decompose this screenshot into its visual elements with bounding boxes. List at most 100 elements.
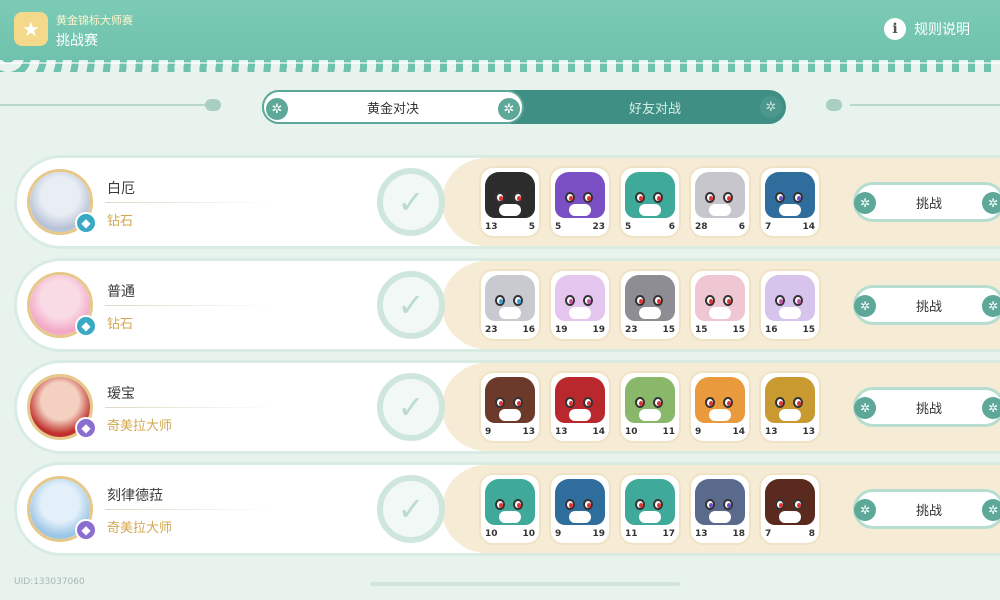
pet-stat-left: 28: [695, 222, 708, 232]
pet-eye: [583, 192, 593, 203]
pet-stat-right: 14: [732, 427, 745, 437]
player-rank: 钻石: [107, 317, 134, 332]
pet-portrait: [765, 275, 815, 321]
rules-button[interactable]: i 规则说明: [884, 18, 970, 40]
scroll-indicator[interactable]: [370, 582, 680, 586]
pet-eye: [793, 499, 803, 510]
check-icon: ✓: [377, 168, 445, 236]
pet-stat-left: 7: [765, 529, 772, 539]
user-uid: UID:133037060: [14, 577, 85, 587]
pet-eye: [723, 295, 733, 306]
pet-snout: [779, 511, 801, 523]
pet-stat-right: 15: [662, 325, 675, 335]
challenge-button[interactable]: ✲ 挑战 ✲: [853, 489, 1000, 529]
pet-eye: [565, 192, 575, 203]
pet-eye: [705, 397, 715, 408]
pet-stat-left: 5: [625, 222, 632, 232]
pet-card: 9 13: [479, 371, 541, 443]
pet-eye: [565, 397, 575, 408]
pet-eye: [635, 397, 645, 408]
pet-stat-right: 6: [738, 222, 745, 232]
tab-friend-battle[interactable]: 好友对战 ✲: [524, 90, 786, 124]
pet-portrait: [555, 172, 605, 218]
pet-snout: [709, 511, 731, 523]
pet-stat-left: 11: [625, 529, 638, 539]
pet-portrait: [555, 275, 605, 321]
player-rank: 奇美拉大师: [107, 521, 173, 536]
decor-line-left: [0, 104, 205, 106]
challenge-button[interactable]: ✲ 挑战 ✲: [853, 182, 1000, 222]
pet-eye: [723, 192, 733, 203]
pet-stat-left: 5: [555, 222, 562, 232]
pet-card: 13 14: [549, 371, 611, 443]
pet-stat-left: 19: [555, 325, 568, 335]
pet-snout: [709, 204, 731, 216]
pet-portrait: [625, 172, 675, 218]
top-bar: ★ 黄金锦标大师赛 挑战赛 i 规则说明: [0, 0, 1000, 60]
pet-eye: [705, 499, 715, 510]
pet-stat-right: 19: [592, 325, 605, 335]
pet-snout: [499, 511, 521, 523]
pet-eye: [635, 295, 645, 306]
pet-stat-right: 10: [522, 529, 535, 539]
pet-stat-right: 13: [802, 427, 815, 437]
pet-stat-left: 13: [765, 427, 778, 437]
pet-card: 16 15: [759, 269, 821, 341]
pet-card: 10 10: [479, 473, 541, 545]
gear-icon: ✲: [854, 192, 876, 214]
tab-label: 好友对战: [628, 101, 681, 117]
player-row: ◆ 刻律德菈 奇美拉大师 ✓ 10 10 9 19 11 17 13 18 7 …: [14, 462, 1000, 556]
page-title: 挑战赛: [56, 33, 98, 49]
pet-stat-left: 16: [765, 325, 778, 335]
challenge-button[interactable]: ✲ 挑战 ✲: [853, 285, 1000, 325]
pet-stat-left: 23: [625, 325, 638, 335]
pet-card: 23 15: [619, 269, 681, 341]
decor-dot-left: [205, 99, 221, 111]
pet-snout: [569, 409, 591, 421]
rank-badge-icon: ◆: [75, 212, 97, 234]
pet-stat-left: 13: [485, 222, 498, 232]
pet-card: 9 14: [689, 371, 751, 443]
divider: [105, 305, 275, 306]
pet-stat-right: 5: [528, 222, 535, 232]
pet-stat-right: 23: [592, 222, 605, 232]
player-name: 白厄: [107, 181, 135, 197]
rank-badge-icon: ◆: [75, 417, 97, 439]
challenge-label: 挑战: [915, 196, 942, 212]
tab-gold-duel[interactable]: ✲ 黄金对决 ✲: [262, 90, 524, 124]
pet-stat-right: 11: [662, 427, 675, 437]
header-wave-divider: [0, 58, 1000, 72]
pet-snout: [569, 204, 591, 216]
pet-stat-left: 7: [765, 222, 772, 232]
pet-card: 9 19: [549, 473, 611, 545]
pet-eye: [513, 192, 523, 203]
challenge-label: 挑战: [915, 503, 942, 519]
pet-eye: [775, 295, 785, 306]
challenge-button[interactable]: ✲ 挑战 ✲: [853, 387, 1000, 427]
pet-stat-left: 9: [485, 427, 492, 437]
pet-snout: [779, 204, 801, 216]
pet-eye: [583, 295, 593, 306]
divider: [105, 407, 275, 408]
pet-eye: [793, 192, 803, 203]
player-name: 普通: [107, 284, 135, 300]
pet-stat-left: 23: [485, 325, 498, 335]
pet-snout: [569, 511, 591, 523]
pet-snout: [639, 204, 661, 216]
pet-eye: [653, 397, 663, 408]
pet-portrait: [555, 377, 605, 423]
pet-eye: [513, 295, 523, 306]
rank-badge-icon: ◆: [75, 315, 97, 337]
player-rank: 钻石: [107, 214, 134, 229]
pet-stat-right: 13: [522, 427, 535, 437]
pet-card: 5 6: [619, 166, 681, 238]
pet-eye: [495, 192, 505, 203]
pet-stat-right: 6: [668, 222, 675, 232]
pet-stat-right: 16: [522, 325, 535, 335]
challenge-label: 挑战: [915, 299, 942, 315]
pet-card: 5 23: [549, 166, 611, 238]
pet-card: 10 11: [619, 371, 681, 443]
challenge-label: 挑战: [915, 401, 942, 417]
pet-snout: [779, 409, 801, 421]
pet-stat-left: 10: [625, 427, 638, 437]
